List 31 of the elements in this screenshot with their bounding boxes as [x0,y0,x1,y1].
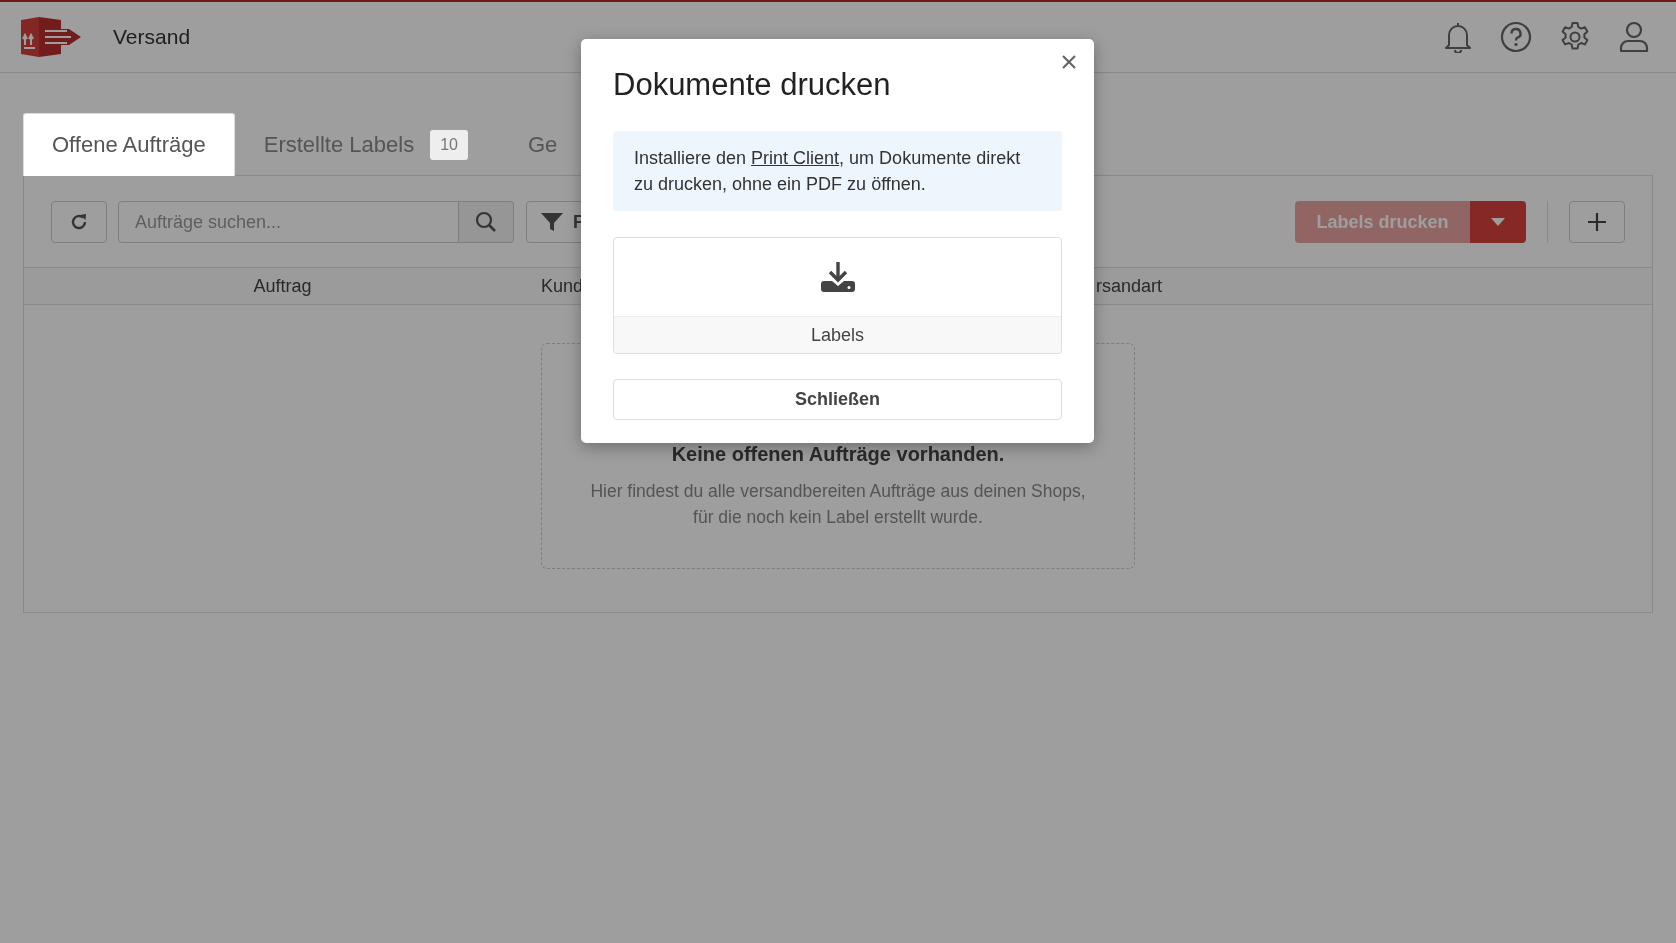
empty-state-title: Keine offenen Aufträge vorhanden. [671,443,1005,466]
search-icon [475,211,497,233]
close-dialog-button[interactable]: Schließen [613,379,1062,420]
column-header: rsandart [1096,275,1163,296]
search-field[interactable]: Aufträge suchen... [118,201,459,243]
document-label: Labels [614,316,1061,353]
download-icon [820,262,855,292]
user-icon[interactable] [1618,21,1650,53]
count-badge: 10 [430,130,468,160]
print-client-link[interactable]: Print Client [751,148,840,168]
column-header: Auftrag [253,275,312,296]
empty-state-text: Hier findest du alle versandbereiten Aufträge aus deinen Shops, für die noch kein Label erstellt wurde. [589,480,1087,529]
caret-icon [1491,218,1505,226]
filter-icon [541,212,563,232]
close-icon [1062,55,1076,69]
help-icon[interactable] [1500,21,1532,53]
app-title: Versand [113,25,191,49]
box-logo-icon [21,17,81,57]
add-button[interactable] [1569,201,1625,243]
info-text: Installiere den Print Client, um Dokumente direkt zu drucken, ohne ein PDF zu öffnen. [634,147,1022,196]
dialog-title: Dokumente drucken [613,67,892,103]
settings-icon[interactable] [1559,21,1591,53]
refresh-icon [69,212,89,232]
search-button[interactable] [459,201,514,243]
dropdown-button[interactable] [1470,201,1526,243]
bell-icon[interactable] [1443,21,1473,53]
tab[interactable]: Erstellte Labels 10 [234,113,497,176]
document-card[interactable]: Labels [613,237,1062,354]
refresh-button[interactable] [51,201,107,243]
tab[interactable]: Offene Aufträge [23,113,235,176]
plus-icon [1587,212,1607,232]
